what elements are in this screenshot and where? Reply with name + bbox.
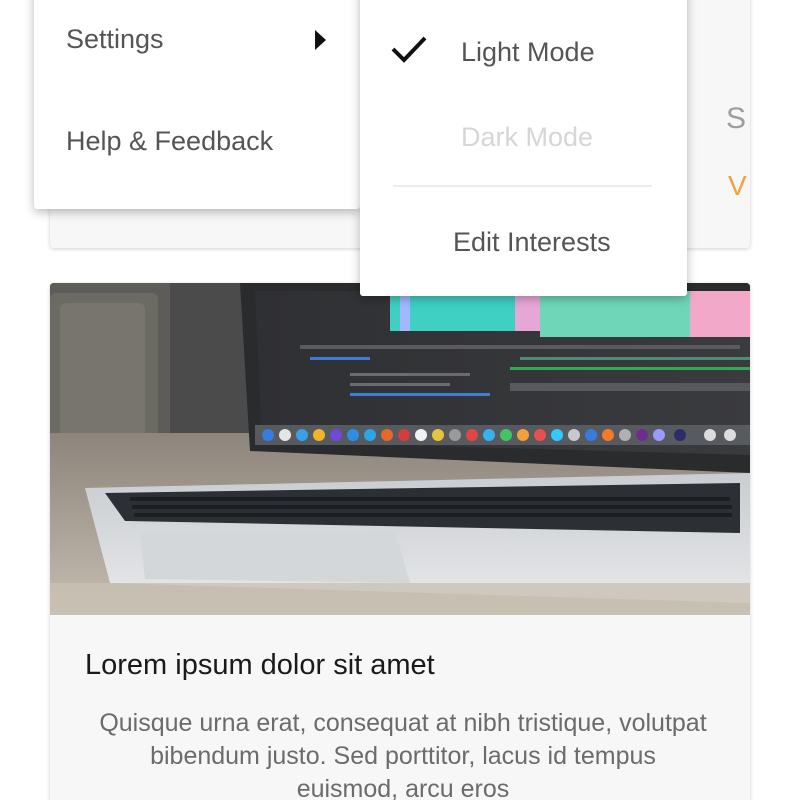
article-title: Lorem ipsum dolor sit amet [85, 649, 435, 681]
menu-item-settings[interactable]: Settings [34, 10, 360, 70]
article-body: Quisque urna erat, consequat at nibh tri… [99, 709, 707, 800]
submenu-item-label: Edit Interests [453, 227, 611, 257]
menu-divider [393, 185, 652, 187]
menu-item-label: Settings [66, 24, 164, 54]
menu-item-label: Help & Feedback [66, 126, 274, 156]
submenu-item-dark-mode[interactable]: Dark Mode [360, 108, 687, 168]
context-menu: Settings Help & Feedback [34, 0, 360, 209]
app-screen: S V Lorem ipsum dolor sit amet Quisque u… [0, 0, 800, 800]
laptop-photo [50, 283, 750, 615]
submenu-item-label: Dark Mode [461, 122, 594, 152]
check-icon [391, 36, 427, 63]
background-card-text: S [726, 102, 747, 135]
article-card[interactable]: Lorem ipsum dolor sit amet Quisque urna … [50, 283, 750, 800]
settings-submenu: Light Mode Dark Mode Edit Interests [360, 0, 687, 296]
article-image [50, 283, 750, 615]
menu-item-help-feedback[interactable]: Help & Feedback [34, 112, 360, 172]
submenu-item-label: Light Mode [461, 37, 595, 67]
submenu-item-edit-interests[interactable]: Edit Interests [360, 213, 687, 273]
chevron-right-icon [315, 30, 326, 50]
background-card-link[interactable]: V [728, 170, 747, 202]
submenu-item-light-mode[interactable]: Light Mode [360, 23, 687, 83]
